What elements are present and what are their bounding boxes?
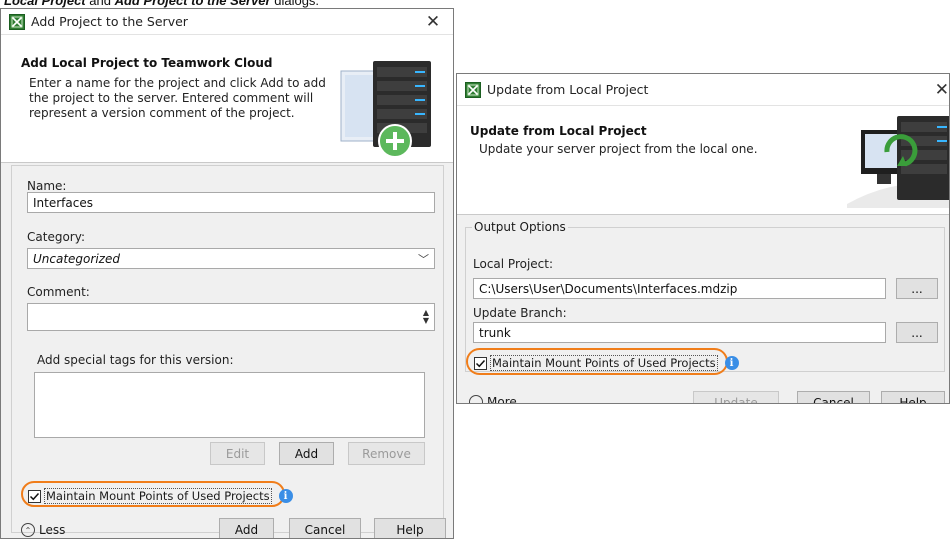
header-panel: Update from Local Project Update your se… <box>457 106 949 215</box>
header-description: Update your server project from the loca… <box>479 142 758 156</box>
more-toggle[interactable]: ⌄ More <box>469 395 517 404</box>
maintain-mount-points-checkbox[interactable]: Maintain Mount Points of Used Projects i <box>474 355 739 371</box>
page-caption: Local Project and Add Project to the Ser… <box>4 0 319 8</box>
chevron-down-icon: ﹀ <box>418 252 429 266</box>
comment-input[interactable]: ▲ ▼ <box>27 303 435 331</box>
header-title: Add Local Project to Teamwork Cloud <box>21 56 273 70</box>
magicdraw-app-icon <box>9 13 25 30</box>
spinner-icon[interactable]: ▲ ▼ <box>423 309 429 325</box>
form-area <box>11 165 444 533</box>
browse-branch-button[interactable]: ... <box>896 322 938 343</box>
dialog-title: Add Project to the Server <box>31 14 188 29</box>
name-input[interactable]: Interfaces <box>27 192 435 213</box>
checkbox-checked[interactable] <box>28 489 41 503</box>
less-label: Less <box>39 523 66 537</box>
tags-label: Add special tags for this version: <box>37 353 234 367</box>
caption-end: dialogs. <box>270 0 320 8</box>
header-panel: Add Local Project to Teamwork Cloud Ente… <box>1 35 453 163</box>
magicdraw-app-icon <box>465 81 481 98</box>
caption-bold-1: Local Project <box>4 0 86 8</box>
category-select[interactable]: Uncategorized ﹀ <box>27 248 435 269</box>
category-value: Uncategorized <box>33 251 120 266</box>
add-button[interactable]: Add <box>219 518 274 538</box>
checkbox-checked[interactable] <box>474 356 487 370</box>
update-branch-label: Update Branch: <box>473 306 567 320</box>
caption-and: and <box>85 0 115 8</box>
info-icon[interactable]: i <box>724 356 739 370</box>
titlebar: Update from Local Project ✕ <box>457 74 949 106</box>
less-toggle[interactable]: ⌃ Less <box>21 523 65 537</box>
name-label: Name: <box>27 179 67 193</box>
dialog-title: Update from Local Project <box>487 82 649 97</box>
cancel-button[interactable]: Cancel <box>289 518 361 538</box>
info-icon[interactable]: i <box>278 489 293 503</box>
help-button[interactable]: Help <box>374 518 446 538</box>
server-add-illustration <box>339 61 437 164</box>
maintain-label: Maintain Mount Points of Used Projects <box>490 355 718 371</box>
tags-list[interactable] <box>34 372 425 438</box>
comment-label: Comment: <box>27 285 90 299</box>
update-from-local-dialog: Update from Local Project ✕ Update from … <box>456 73 950 404</box>
chevron-up-icon: ⌃ <box>21 523 35 537</box>
name-value: Interfaces <box>33 195 93 210</box>
local-project-input[interactable]: C:\Users\User\Documents\Interfaces.mdzip <box>473 278 886 299</box>
help-button[interactable]: Help <box>881 391 945 403</box>
maintain-label: Maintain Mount Points of Used Projects <box>44 488 272 504</box>
update-button[interactable]: Update <box>693 391 779 403</box>
browse-local-button[interactable]: ... <box>896 278 938 299</box>
header-description: Enter a name for the project and click A… <box>29 76 326 120</box>
chevron-down-icon: ⌄ <box>469 395 483 403</box>
more-label: More <box>487 395 517 404</box>
server-sync-illustration <box>847 116 949 211</box>
group-label: Output Options <box>472 220 568 234</box>
add-project-dialog: Add Project to the Server ✕ Add Local Pr… <box>0 8 454 539</box>
titlebar: Add Project to the Server ✕ <box>1 9 453 35</box>
cancel-button[interactable]: Cancel <box>797 391 870 403</box>
header-title: Update from Local Project <box>470 124 647 138</box>
update-branch-value: trunk <box>479 325 511 340</box>
local-project-value: C:\Users\User\Documents\Interfaces.mdzip <box>479 281 738 296</box>
close-icon[interactable]: ✕ <box>413 9 453 35</box>
remove-button[interactable]: Remove <box>348 442 425 465</box>
edit-button[interactable]: Edit <box>210 442 265 465</box>
caption-bold-2: Add Project to the Server <box>114 0 271 8</box>
local-project-label: Local Project: <box>473 257 554 271</box>
close-icon[interactable]: ✕ <box>929 77 949 103</box>
category-label: Category: <box>27 230 85 244</box>
update-branch-input[interactable]: trunk <box>473 322 886 343</box>
add-tag-button[interactable]: Add <box>279 442 334 465</box>
maintain-mount-points-checkbox[interactable]: Maintain Mount Points of Used Projects i <box>28 488 293 504</box>
